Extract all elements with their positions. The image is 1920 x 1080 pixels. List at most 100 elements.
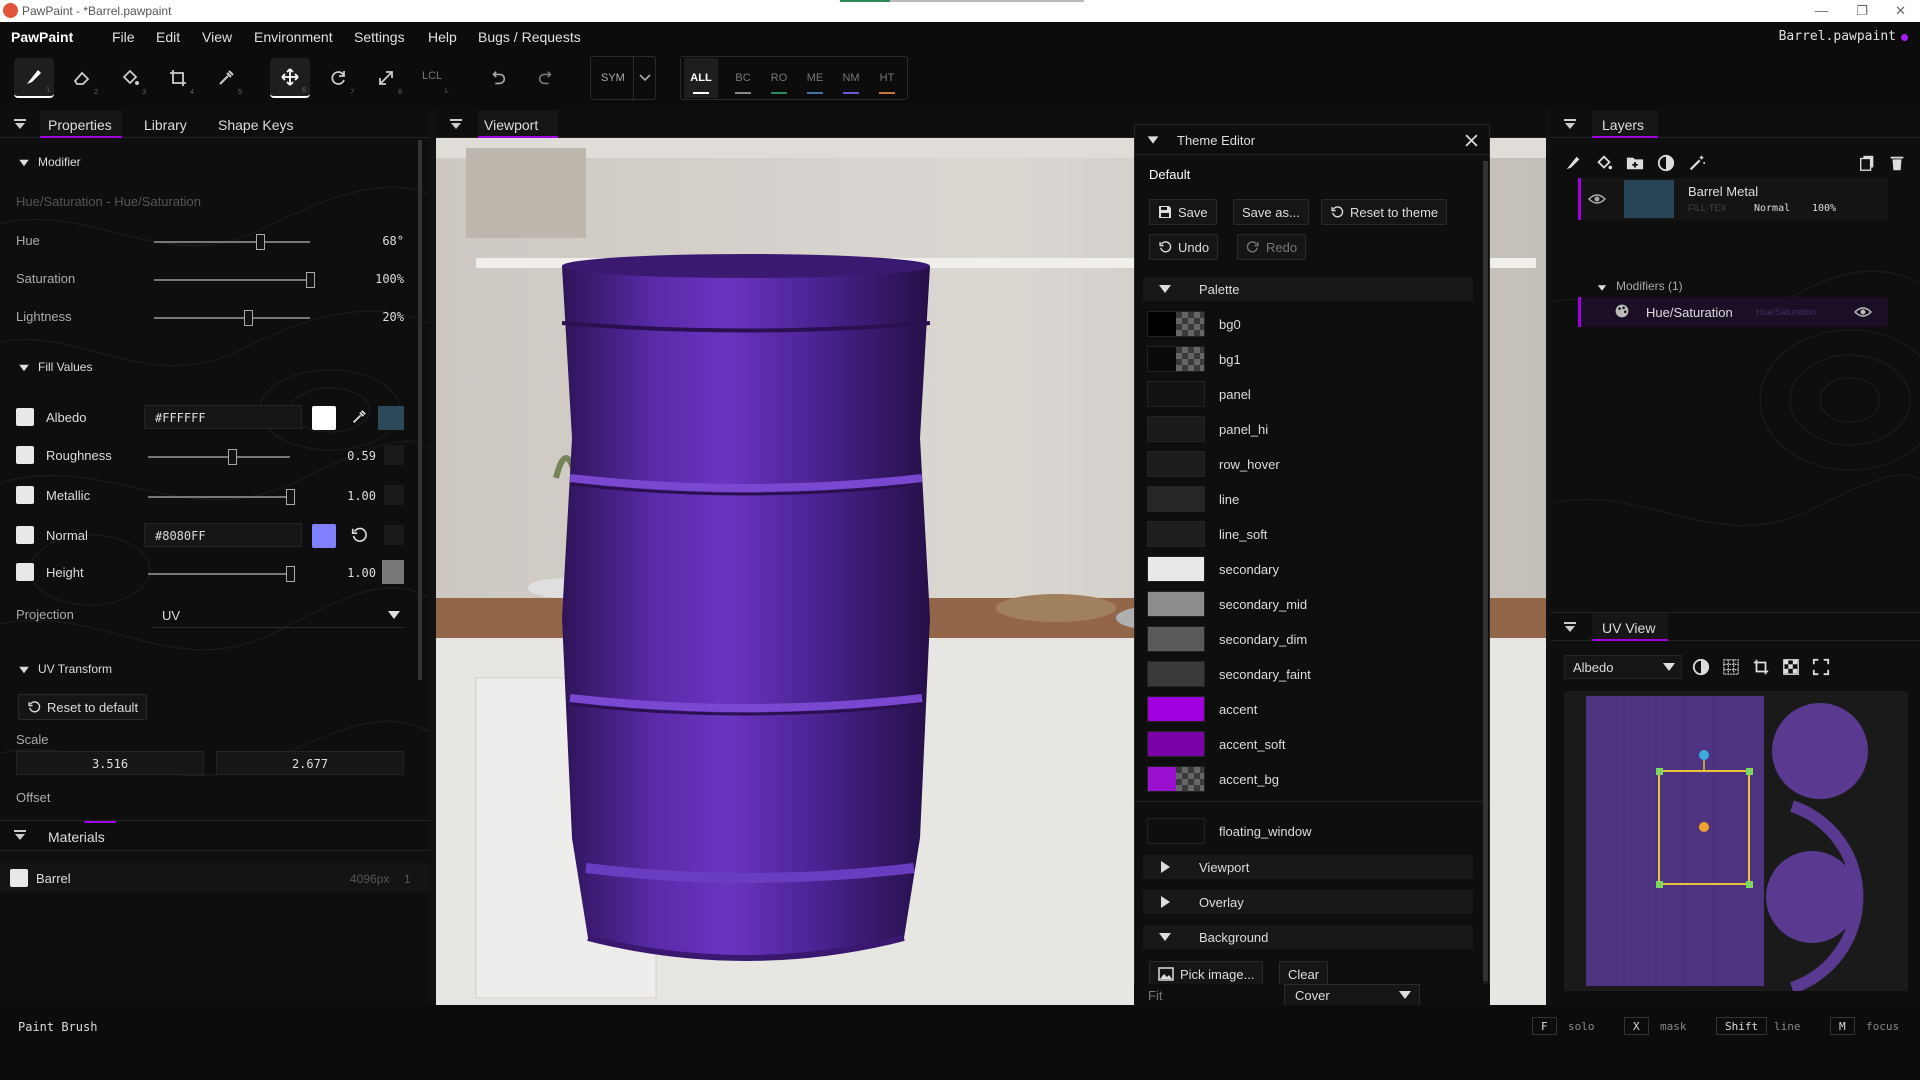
layer-blend-mode[interactable]: Normal: [1754, 203, 1790, 214]
eyedropper-icon[interactable]: [350, 408, 368, 426]
undo-button[interactable]: [478, 58, 518, 98]
albedo-checkbox[interactable]: [16, 408, 34, 426]
add-folder-icon[interactable]: [1626, 154, 1644, 172]
uv-canvas[interactable]: [1564, 691, 1908, 991]
swatch-secondary-faint[interactable]: [1147, 661, 1205, 687]
brush-tool[interactable]: 1: [14, 58, 54, 98]
normal-hex-input[interactable]: #8080FF: [144, 523, 302, 547]
swatch-line[interactable]: [1147, 486, 1205, 512]
swatch-bg1[interactable]: [1147, 346, 1205, 372]
checker-icon[interactable]: [1782, 658, 1800, 676]
theme-undo-button[interactable]: Undo: [1149, 234, 1219, 260]
tab-library[interactable]: Library: [144, 117, 187, 133]
height-value[interactable]: 1.00: [320, 566, 376, 580]
projection-select[interactable]: UV: [152, 602, 404, 628]
eye-icon[interactable]: [1854, 306, 1872, 318]
scale-u-input[interactable]: 3.516: [16, 751, 204, 775]
reset-icon[interactable]: [350, 526, 368, 544]
fullscreen-icon[interactable]: [1812, 658, 1830, 676]
normal-checkbox[interactable]: [16, 526, 34, 544]
rotate-tool[interactable]: 7: [318, 58, 358, 98]
menu-view[interactable]: View: [202, 29, 232, 45]
menu-bugs-requests[interactable]: Bugs / Requests: [478, 29, 581, 45]
swatch-accent-bg[interactable]: [1147, 766, 1205, 792]
symmetry-control[interactable]: SYM: [590, 56, 656, 101]
lightness-slider[interactable]: [154, 310, 310, 326]
move-tool[interactable]: 6: [270, 58, 310, 98]
albedo-hex-input[interactable]: #FFFFFF: [144, 405, 302, 429]
swatch-accent[interactable]: [1147, 696, 1205, 722]
scale-tool[interactable]: 8: [366, 58, 406, 98]
delete-layer-icon[interactable]: [1888, 154, 1906, 172]
add-paint-layer-icon[interactable]: [1564, 154, 1582, 172]
panel-menu-icon[interactable]: [1564, 119, 1576, 129]
panel-menu-icon[interactable]: [1564, 622, 1576, 632]
layer-opacity[interactable]: 100%: [1812, 203, 1836, 214]
properties-scrollbar[interactable]: [418, 140, 422, 680]
menu-edit[interactable]: Edit: [156, 29, 180, 45]
collapse-window-icon[interactable]: [1147, 136, 1159, 144]
eraser-tool[interactable]: 2: [62, 58, 102, 98]
metallic-checkbox[interactable]: [16, 486, 34, 504]
theme-reset-button[interactable]: Reset to theme: [1321, 199, 1448, 225]
theme-editor-titlebar[interactable]: Theme Editor: [1135, 125, 1489, 155]
roughness-slider[interactable]: [148, 449, 290, 465]
viewport-section-header[interactable]: Viewport: [1143, 855, 1473, 879]
roughness-slider-handle[interactable]: [227, 449, 237, 465]
minimize-icon[interactable]: —: [1815, 3, 1828, 18]
lightness-slider-handle[interactable]: [243, 310, 253, 326]
eye-icon[interactable]: [1588, 192, 1606, 206]
channel-me[interactable]: ME: [798, 58, 832, 98]
panel-menu-icon[interactable]: [14, 830, 26, 840]
duplicate-layer-icon[interactable]: [1858, 154, 1876, 172]
fill-tool[interactable]: 3: [110, 58, 150, 98]
swatch-row-hover[interactable]: [1147, 451, 1205, 477]
grid-icon[interactable]: [1722, 658, 1740, 676]
fit-select[interactable]: Cover: [1284, 984, 1420, 1006]
scale-v-input[interactable]: 2.677: [216, 751, 404, 775]
height-texture-thumb[interactable]: [382, 560, 404, 584]
normal-color-swatch[interactable]: [312, 524, 336, 548]
swatch-accent-soft[interactable]: [1147, 731, 1205, 757]
metallic-slider-handle[interactable]: [286, 489, 295, 505]
hue-slider[interactable]: [154, 234, 310, 250]
saturation-slider[interactable]: [154, 272, 315, 288]
contrast-icon[interactable]: [1692, 658, 1710, 676]
tab-shape-keys[interactable]: Shape Keys: [218, 117, 294, 133]
swatch-bg0[interactable]: [1147, 311, 1205, 337]
add-adjustment-icon[interactable]: [1657, 154, 1675, 172]
panel-menu-icon[interactable]: [14, 119, 26, 129]
metallic-value[interactable]: 1.00: [320, 489, 376, 503]
swatch-secondary-mid[interactable]: [1147, 591, 1205, 617]
menu-environment[interactable]: Environment: [254, 29, 333, 45]
crop-tool[interactable]: 4: [158, 58, 198, 98]
redo-button[interactable]: [526, 58, 566, 98]
menu-settings[interactable]: Settings: [354, 29, 405, 45]
roughness-value[interactable]: 0.59: [320, 449, 376, 463]
albedo-color-swatch[interactable]: [312, 406, 336, 430]
theme-editor-scrollbar[interactable]: [1483, 161, 1488, 1001]
swatch-panel-hi[interactable]: [1147, 416, 1205, 442]
theme-redo-button[interactable]: Redo: [1237, 234, 1307, 260]
crop-icon[interactable]: [1752, 658, 1770, 676]
channel-nm[interactable]: NM: [834, 58, 868, 98]
channel-ro[interactable]: RO: [762, 58, 796, 98]
hue-value[interactable]: 68°: [340, 234, 404, 248]
saturation-slider-handle[interactable]: [306, 272, 315, 288]
menu-help[interactable]: Help: [428, 29, 457, 45]
reset-uv-button[interactable]: Reset to default: [18, 694, 148, 720]
theme-save-button[interactable]: Save: [1149, 199, 1217, 225]
menu-file[interactable]: File: [112, 29, 135, 45]
collapse-fill-icon[interactable]: [19, 364, 29, 372]
close-icon[interactable]: [1465, 134, 1478, 147]
magic-wand-icon[interactable]: [1688, 154, 1706, 172]
height-slider[interactable]: [148, 566, 295, 582]
uv-channel-select[interactable]: Albedo: [1564, 655, 1682, 679]
local-space-toggle[interactable]: LCL: [422, 70, 442, 82]
background-section-header[interactable]: Background: [1143, 925, 1473, 949]
swatch-secondary[interactable]: [1147, 556, 1205, 582]
collapse-uv-icon[interactable]: [19, 666, 29, 674]
height-slider-handle[interactable]: [286, 566, 295, 582]
swatch-line-soft[interactable]: [1147, 521, 1205, 547]
swatch-floating-window[interactable]: [1147, 818, 1205, 844]
